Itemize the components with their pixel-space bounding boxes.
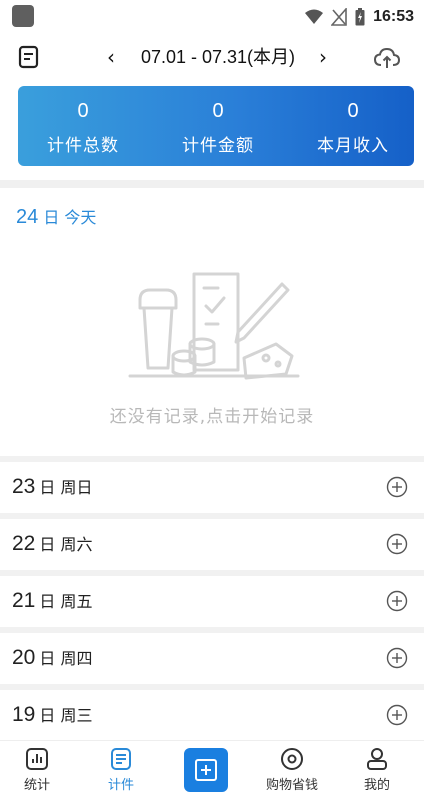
section-divider xyxy=(0,180,424,188)
document-icon[interactable] xyxy=(18,45,40,69)
nav-mine-tab[interactable]: 我的 xyxy=(350,741,404,800)
day-weekday: 日 周四 xyxy=(39,649,93,668)
bar-chart-icon xyxy=(26,748,48,770)
list-document-icon xyxy=(111,748,131,770)
add-record-icon[interactable] xyxy=(386,704,408,726)
day-label: 23 日 周日 xyxy=(12,474,92,499)
empty-records-illustration xyxy=(128,272,300,380)
cloud-upload-icon[interactable] xyxy=(374,46,400,70)
day-row[interactable]: 20 日 周四 xyxy=(0,627,424,679)
day-row[interactable]: 21 日 周五 xyxy=(0,570,424,622)
today-day: 24 xyxy=(16,206,39,228)
day-weekday: 日 周日 xyxy=(39,478,93,497)
plus-box-icon xyxy=(195,759,217,781)
previous-month-button[interactable]: ‹ xyxy=(100,43,122,71)
day-label: 22 日 周六 xyxy=(12,531,92,556)
month-income-stat: 0 本月收入 xyxy=(298,86,408,166)
clock: 16:53 xyxy=(373,8,414,25)
piece-amount-stat: 0 计件金额 xyxy=(158,86,278,166)
nav-stats-tab[interactable]: 统计 xyxy=(10,741,64,800)
battery-charging-icon xyxy=(355,8,365,26)
add-record-icon[interactable] xyxy=(386,533,408,555)
status-bar: 16:53 xyxy=(0,0,424,34)
empty-state-message[interactable]: 还没有记录,点击开始记录 xyxy=(0,402,424,427)
piece-amount-value: 0 xyxy=(212,100,224,122)
summary-card: 0 计件总数 0 计件金额 0 本月收入 xyxy=(18,86,414,166)
add-record-icon[interactable] xyxy=(386,590,408,612)
day-row[interactable]: 22 日 周六 xyxy=(0,513,424,565)
signal-off-icon xyxy=(331,8,347,26)
day-number: 23 xyxy=(12,475,36,498)
day-label: 19 日 周三 xyxy=(12,702,92,727)
nav-stats-label: 统计 xyxy=(23,778,50,793)
today-header: 24 日 今天 xyxy=(16,204,96,232)
month-income-value: 0 xyxy=(347,100,359,122)
total-count-stat: 0 计件总数 xyxy=(28,86,138,166)
top-bar: ‹ 07.01 - 07.31(本月) › xyxy=(0,38,424,78)
nav-mine-label: 我的 xyxy=(363,778,390,793)
user-icon xyxy=(367,748,387,770)
add-record-icon[interactable] xyxy=(386,476,408,498)
day-number: 20 xyxy=(12,646,36,669)
nav-piece-tab[interactable]: 计件 xyxy=(94,741,148,800)
month-income-label: 本月收入 xyxy=(317,136,389,156)
nav-piece-label: 计件 xyxy=(107,778,134,793)
day-label: 21 日 周五 xyxy=(12,588,92,613)
nav-shop-tab[interactable]: 购物省钱 xyxy=(256,741,328,800)
today-suffix: 日 今天 xyxy=(43,208,97,227)
wifi-icon xyxy=(305,9,324,24)
notification-icon xyxy=(12,5,34,27)
coin-icon xyxy=(281,748,303,770)
status-icons: 16:53 xyxy=(305,6,414,28)
day-weekday: 日 周六 xyxy=(39,535,93,554)
day-weekday: 日 周五 xyxy=(39,592,93,611)
day-weekday: 日 周三 xyxy=(39,706,93,725)
total-count-label: 计件总数 xyxy=(47,136,119,156)
period-label: 07.01 - 07.31(本月) xyxy=(140,47,296,67)
day-row[interactable]: 23 日 周日 xyxy=(0,456,424,508)
day-label: 20 日 周四 xyxy=(12,645,92,670)
add-entry-button[interactable] xyxy=(184,741,228,800)
bottom-nav: 统计 计件 购物省钱 我的 xyxy=(0,740,424,800)
total-count-value: 0 xyxy=(77,100,89,122)
day-number: 21 xyxy=(12,589,36,612)
day-row[interactable]: 19 日 周三 xyxy=(0,684,424,736)
nav-shop-label: 购物省钱 xyxy=(265,778,318,793)
next-month-button[interactable]: › xyxy=(312,43,334,71)
day-number: 19 xyxy=(12,703,36,726)
piece-amount-label: 计件金额 xyxy=(182,136,254,156)
day-number: 22 xyxy=(12,532,36,555)
add-record-icon[interactable] xyxy=(386,647,408,669)
